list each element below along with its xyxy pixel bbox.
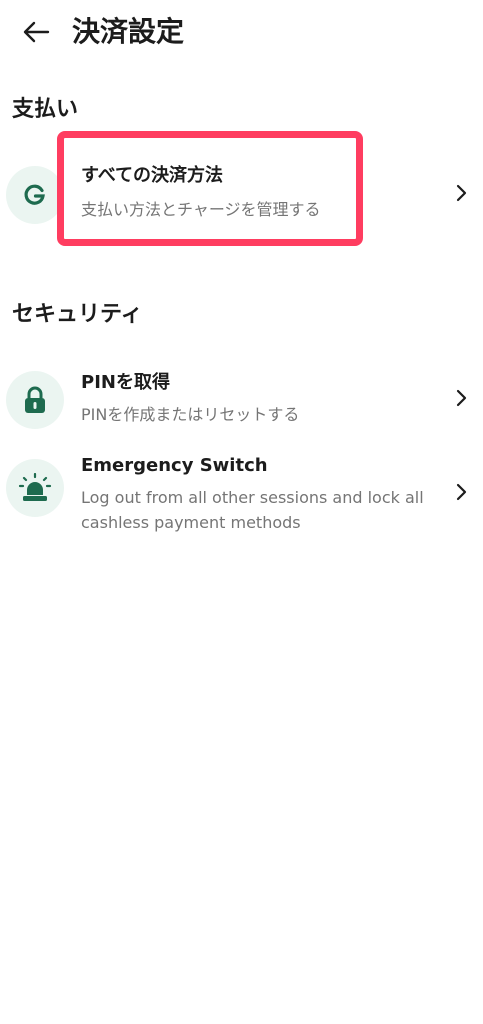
list-item-emergency-switch[interactable]: Emergency Switch Log out from all other … (0, 452, 483, 538)
item-subtitle: Log out from all other sessions and lock… (81, 488, 424, 532)
icon-container (6, 371, 64, 429)
page-title: 決済設定 (72, 15, 185, 48)
item-subtitle: PINを作成またはリセットする (81, 405, 300, 424)
chevron-right-icon (451, 386, 471, 410)
lock-icon (25, 386, 45, 413)
item-title: Emergency Switch (81, 455, 268, 476)
list-item-get-pin[interactable]: PINを取得 PINを作成またはリセットする (0, 366, 483, 436)
section-title-security: セキュリティ (12, 302, 143, 327)
section-title-payment: 支払い (12, 97, 79, 122)
item-title: すべての決済方法 (81, 165, 224, 186)
back-button[interactable] (14, 12, 58, 52)
list-item-all-payment-methods[interactable]: すべての決済方法 支払い方法とチャージを管理する (0, 160, 483, 230)
chevron-right-icon (451, 480, 471, 504)
item-subtitle: 支払い方法とチャージを管理する (81, 200, 321, 219)
chevron-right-icon (451, 181, 471, 205)
app-header: 決済設定 (0, 0, 483, 64)
icon-container (6, 459, 64, 517)
arrow-left-icon (23, 21, 50, 43)
item-title: PINを取得 (81, 372, 170, 393)
siren-icon (18, 473, 52, 501)
icon-container (6, 166, 64, 224)
g-logo-icon (24, 184, 45, 205)
payment-settings-screen: 決済設定 支払い すべての決済方法 支払い方法とチャージを管理する セキュリティ… (0, 0, 483, 1024)
